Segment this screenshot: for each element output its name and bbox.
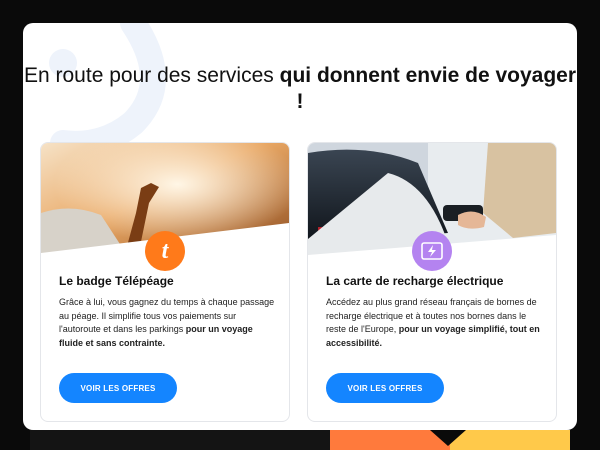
telepeage-card: t Le badge Télépéage Grâce à lui, vous g…: [40, 142, 290, 422]
services-modal: En route pour des services qui donnent e…: [23, 23, 577, 430]
background-yellow-panel: [450, 430, 570, 450]
voir-offres-telepeage-button[interactable]: VOIR LES OFFRES: [59, 373, 177, 403]
charging-card-icon: [412, 231, 452, 271]
card-title: Le badge Télépéage: [59, 274, 174, 288]
card-title: La carte de recharge électrique: [326, 274, 504, 288]
background-dark-panel: [30, 430, 330, 450]
telepeage-t-icon: t: [145, 231, 185, 271]
background-triangle: [430, 430, 466, 446]
recharge-card: La carte de recharge électrique Accédez …: [307, 142, 557, 422]
card-description: Grâce à lui, vous gagnez du temps à chaq…: [59, 297, 275, 348]
voir-offres-recharge-button[interactable]: VOIR LES OFFRES: [326, 373, 444, 403]
page-title: En route pour des services qui donnent e…: [23, 64, 577, 113]
card-description: Accédez au plus grand réseau français de…: [326, 297, 540, 348]
